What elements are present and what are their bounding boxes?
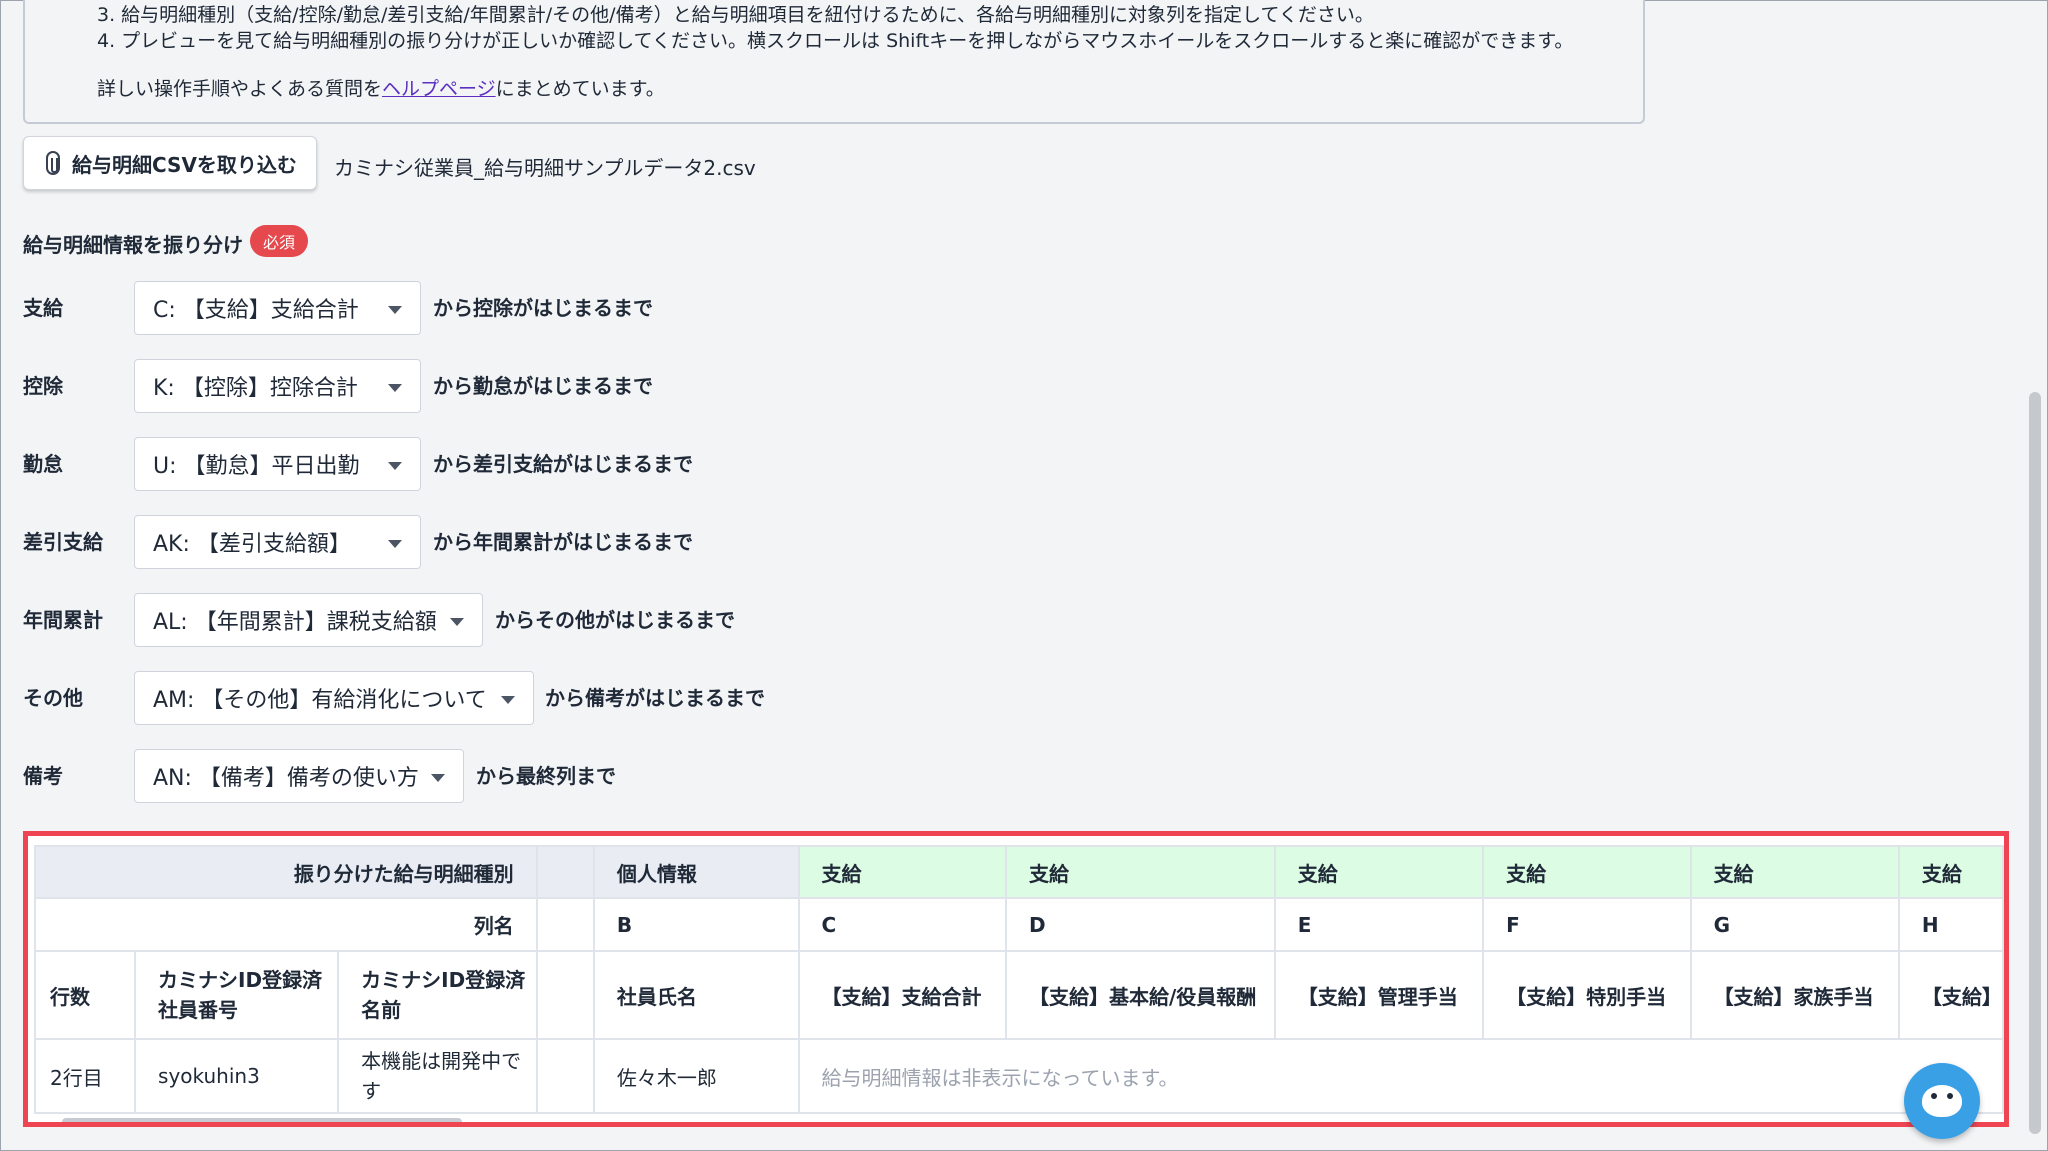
item-header: 【支給】管理手当 bbox=[1273, 950, 1485, 1040]
category-cell: 支給 bbox=[1897, 845, 2004, 899]
horizontal-scrollbar[interactable] bbox=[62, 1118, 462, 1122]
row-number: 2行目 bbox=[33, 1038, 137, 1114]
vertical-scrollbar[interactable] bbox=[2029, 392, 2041, 1134]
mapping-label-remarks: 備考 bbox=[23, 764, 63, 788]
help-page-link[interactable]: ヘルプページ bbox=[382, 78, 496, 100]
chevron-down-icon bbox=[450, 618, 464, 626]
category-cell: 支給 bbox=[1004, 845, 1276, 899]
mapping-suffix-pay: から控除がはじまるまで bbox=[433, 296, 653, 320]
category-header: 振り分けた給与明細種別 bbox=[34, 845, 538, 899]
mapping-label-other: その他 bbox=[23, 686, 83, 710]
mapping-select-net-pay[interactable]: AK: 【差引支給額】 bbox=[134, 515, 421, 569]
column-letter: H bbox=[1897, 897, 2004, 952]
item-header: 【支給】家族手当 bbox=[1689, 950, 1900, 1040]
employee-no-cell: syokuhin3 bbox=[134, 1038, 340, 1114]
category-cell: 個人情報 bbox=[592, 845, 800, 899]
mapping-label-annual: 年間累計 bbox=[23, 608, 103, 632]
chevron-down-icon bbox=[388, 384, 402, 392]
mapping-select-remarks-value: AN: 【備考】備考の使い方 bbox=[153, 766, 419, 791]
table-row: 振り分けた給与明細種別 個人情報 支給 支給 支給 支給 支給 支給 bbox=[34, 845, 2004, 899]
instruction-step-4: 4. プレビューを見て給与明細種別の振り分けが正しいか確認してください。横スクロ… bbox=[97, 30, 1574, 52]
mapping-select-remarks[interactable]: AN: 【備考】備考の使い方 bbox=[134, 749, 464, 803]
mapping-select-deduction-value: K: 【控除】控除合計 bbox=[153, 376, 358, 401]
mapping-select-pay[interactable]: C: 【支給】支給合計 bbox=[134, 281, 421, 335]
table-row: 行数 カミナシID登録済社員番号 カミナシID登録済名前 社員氏名 【支給】支給… bbox=[33, 950, 2004, 1040]
category-cell: 支給 bbox=[1689, 845, 1900, 899]
help-prefix: 詳しい操作手順やよくある質問を bbox=[97, 78, 383, 100]
mapping-select-annual[interactable]: AL: 【年間累計】課税支給額 bbox=[134, 593, 483, 647]
row-count-header: 行数 bbox=[33, 950, 137, 1040]
item-header: 社員氏名 bbox=[592, 950, 800, 1040]
mascot-icon bbox=[1922, 1085, 1962, 1117]
column-name-header: 列名 bbox=[34, 897, 538, 952]
column-letter: D bbox=[1004, 897, 1276, 952]
instructions-panel: 3. 給与明細種別（支給/控除/勤怠/差引支給/年間累計/その他/備考）と給与明… bbox=[23, 0, 1645, 124]
category-cell: 支給 bbox=[797, 845, 1007, 899]
column-letter: B bbox=[592, 897, 800, 952]
mapping-label-attendance: 勤怠 bbox=[23, 452, 63, 476]
item-header: 【支給】支給合計 bbox=[797, 950, 1007, 1040]
mapping-select-annual-value: AL: 【年間累計】課税支給額 bbox=[153, 610, 437, 635]
help-suffix: にまとめています。 bbox=[495, 78, 665, 100]
hidden-info-note: 給与明細情報は非表示になっています。 bbox=[797, 1038, 2004, 1114]
employee-name-cell: 佐々木一郎 bbox=[592, 1038, 800, 1114]
mapping-label-pay: 支給 bbox=[23, 296, 63, 320]
table-row: 列名 B C D E F G H bbox=[34, 897, 2004, 952]
mapping-suffix-annual: からその他がはじまるまで bbox=[495, 608, 735, 632]
chevron-down-icon bbox=[388, 540, 402, 548]
table-cell bbox=[535, 845, 595, 899]
mapping-suffix-net-pay: から年間累計がはじまるまで bbox=[433, 530, 693, 554]
table-cell bbox=[535, 1038, 595, 1114]
mapping-select-deduction[interactable]: K: 【控除】控除合計 bbox=[134, 359, 421, 413]
column-letter: C bbox=[797, 897, 1007, 952]
chevron-down-icon bbox=[501, 696, 515, 704]
mapping-select-attendance[interactable]: U: 【勤怠】平日出勤 bbox=[134, 437, 421, 491]
table-cell bbox=[535, 950, 595, 1040]
mapping-select-pay-value: C: 【支給】支給合計 bbox=[153, 298, 359, 323]
column-letter: E bbox=[1273, 897, 1485, 952]
chevron-down-icon bbox=[388, 462, 402, 470]
paperclip-icon bbox=[46, 151, 60, 175]
mapping-suffix-deduction: から勤怠がはじまるまで bbox=[433, 374, 653, 398]
column-letter: G bbox=[1689, 897, 1900, 952]
mapping-select-net-pay-value: AK: 【差引支給額】 bbox=[153, 532, 351, 557]
chat-support-button[interactable] bbox=[1904, 1063, 1980, 1139]
table-cell bbox=[535, 897, 595, 952]
mapping-section-title: 給与明細情報を振り分け bbox=[23, 233, 243, 257]
item-header: 【支給】特別手当 bbox=[1482, 950, 1692, 1040]
employee-no-header: カミナシID登録済社員番号 bbox=[134, 950, 340, 1040]
name-header: カミナシID登録済名前 bbox=[337, 950, 538, 1040]
mapping-select-other-value: AM: 【その他】有給消化について bbox=[153, 688, 487, 713]
mapping-label-net-pay: 差引支給 bbox=[23, 530, 103, 554]
instruction-step-3: 3. 給与明細種別（支給/控除/勤怠/差引支給/年間累計/その他/備考）と給与明… bbox=[97, 4, 1374, 26]
item-header: 【支給】基本給/役員報酬 bbox=[1004, 950, 1276, 1040]
name-cell: 本機能は開発中です bbox=[337, 1038, 538, 1114]
help-text: 詳しい操作手順やよくある質問をヘルプページにまとめています。 bbox=[97, 74, 665, 101]
table-row: 2行目 syokuhin3 本機能は開発中です 佐々木一郎 給与明細情報は非表示… bbox=[33, 1038, 2004, 1114]
mapping-select-attendance-value: U: 【勤怠】平日出勤 bbox=[153, 454, 360, 479]
item-header: 【支給】 bbox=[1897, 950, 2004, 1040]
required-badge: 必須 bbox=[250, 225, 308, 257]
uploaded-file-name: カミナシ従業員_給与明細サンプルデータ2.csv bbox=[334, 156, 756, 180]
upload-csv-button[interactable]: 給与明細CSVを取り込む bbox=[23, 136, 317, 190]
preview-table: 振り分けた給与明細種別 個人情報 支給 支給 支給 支給 支給 支給 列名 B … bbox=[33, 845, 2004, 1114]
chevron-down-icon bbox=[431, 774, 445, 782]
mapping-suffix-attendance: から差引支給がはじまるまで bbox=[433, 452, 693, 476]
mapping-suffix-other: から備考がはじまるまで bbox=[545, 686, 765, 710]
mapping-preview: 振り分けた給与明細種別 個人情報 支給 支給 支給 支給 支給 支給 列名 B … bbox=[23, 831, 2009, 1127]
category-cell: 支給 bbox=[1482, 845, 1692, 899]
category-cell: 支給 bbox=[1273, 845, 1485, 899]
chevron-down-icon bbox=[388, 306, 402, 314]
mapping-label-deduction: 控除 bbox=[23, 374, 63, 398]
mapping-suffix-remarks: から最終列まで bbox=[476, 764, 616, 788]
mapping-select-other[interactable]: AM: 【その他】有給消化について bbox=[134, 671, 534, 725]
column-letter: F bbox=[1482, 897, 1692, 952]
upload-csv-label: 給与明細CSVを取り込む bbox=[72, 152, 297, 177]
